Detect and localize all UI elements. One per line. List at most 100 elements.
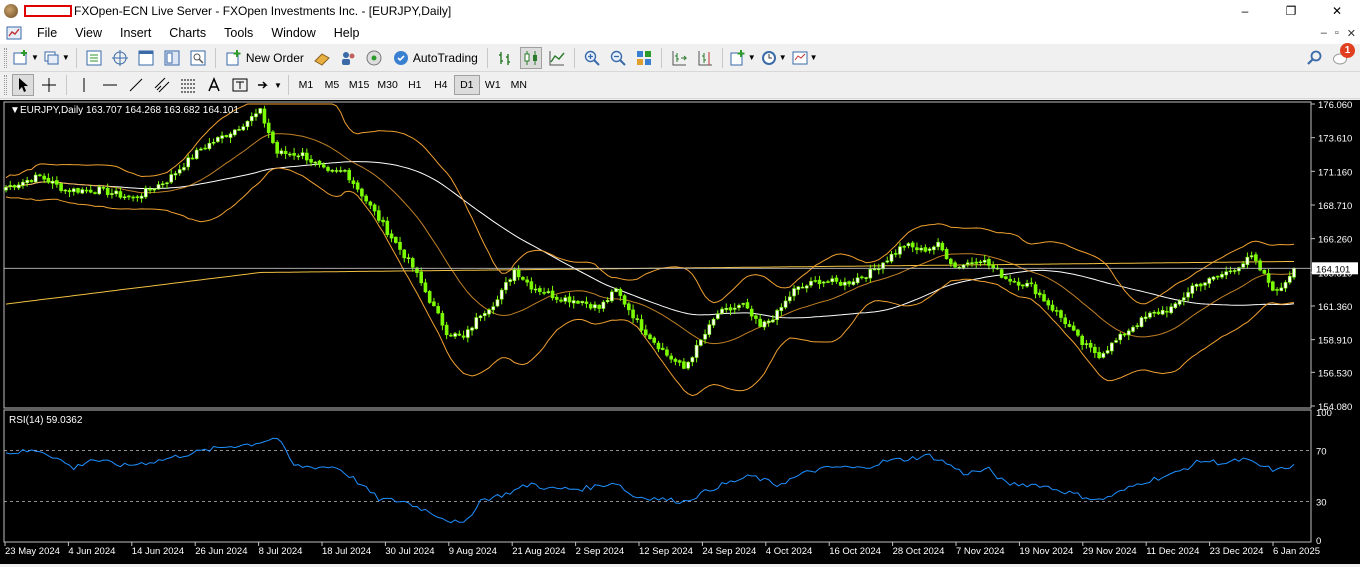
timeframe-h4[interactable]: H4 [428, 75, 454, 95]
candle-bull [1228, 270, 1233, 273]
timeframe-w1[interactable]: W1 [480, 75, 506, 95]
strategy-tester-button[interactable] [187, 47, 209, 69]
zoom-in-button[interactable] [581, 47, 603, 69]
candle-bear [834, 277, 839, 282]
candle-bear [224, 135, 229, 138]
arrows-button[interactable]: ▼ [255, 74, 282, 96]
signals-button[interactable] [337, 47, 359, 69]
line-chart-button[interactable] [546, 47, 568, 69]
price-tick-label: 168.710 [1318, 201, 1352, 212]
timeframe-m1[interactable]: M1 [293, 75, 319, 95]
mdi-minimize-button[interactable]: – [1321, 27, 1327, 39]
candle-bear [847, 281, 851, 285]
menu-file[interactable]: File [28, 22, 66, 44]
candle-bull [868, 268, 873, 279]
timeframe-mn[interactable]: MN [506, 75, 532, 95]
templates-button[interactable]: ▼ [791, 47, 818, 69]
auto-scroll-button[interactable] [668, 47, 690, 69]
menu-view[interactable]: View [66, 22, 111, 44]
candle-bull [1143, 316, 1148, 319]
vertical-line-button[interactable] [73, 74, 95, 96]
menu-window[interactable]: Window [262, 22, 324, 44]
candle-bear [190, 157, 195, 160]
chart-window[interactable]: 176.060173.610171.160168.710166.260163.8… [0, 100, 1360, 564]
navigator-button[interactable] [109, 47, 131, 69]
mdi-close-button[interactable]: ✕ [1347, 27, 1356, 40]
data-window-button[interactable] [135, 47, 157, 69]
candle-bull [724, 307, 729, 310]
maximize-button[interactable]: ❐ [1268, 0, 1314, 22]
search-icon [1307, 50, 1322, 65]
vps-button[interactable] [363, 47, 385, 69]
timeframe-m30[interactable]: M30 [373, 75, 401, 95]
new-chart-button[interactable]: ▼ [12, 47, 39, 69]
terminal-button[interactable] [161, 47, 183, 69]
chart-shift-button[interactable] [694, 47, 716, 69]
candle-bear [1271, 281, 1275, 291]
candle-bear [101, 187, 106, 189]
timeframe-d1[interactable]: D1 [453, 75, 480, 95]
search-button[interactable] [1304, 47, 1326, 69]
candle-bear [584, 301, 589, 304]
candle-bear [1046, 300, 1051, 306]
menu-insert[interactable]: Insert [111, 22, 160, 44]
crosshair-tool-button[interactable] [38, 74, 60, 96]
candle-bull [720, 308, 724, 314]
metaeditor-button[interactable] [311, 47, 333, 69]
text-label-button[interactable] [229, 74, 251, 96]
candle-bear [347, 169, 351, 181]
candle-bear [46, 177, 51, 183]
periods-button[interactable]: ▼ [760, 47, 787, 69]
menu-charts[interactable]: Charts [160, 22, 215, 44]
candle-bull [796, 286, 801, 290]
minimize-button[interactable]: – [1222, 0, 1268, 22]
mdi-restore-button[interactable]: ▫ [1335, 27, 1339, 39]
candle-bull [470, 327, 474, 331]
timeframe-m5[interactable]: M5 [319, 75, 345, 95]
menu-tools[interactable]: Tools [215, 22, 262, 44]
close-button[interactable]: ✕ [1314, 0, 1360, 22]
cursor-tool-button[interactable] [12, 74, 34, 96]
candle-bear [283, 150, 288, 155]
text-tool-button[interactable] [203, 74, 225, 96]
chart-menu-triangle-icon[interactable]: ▼ [10, 105, 20, 116]
zoom-out-button[interactable] [607, 47, 629, 69]
price-panel-frame [3, 101, 1312, 409]
candle-bull [715, 313, 720, 319]
notifications-button[interactable]: 1 [1330, 42, 1355, 69]
candle-bear [554, 296, 559, 300]
autotrading-button[interactable]: AutoTrading [389, 47, 481, 69]
candle-bear [419, 271, 424, 284]
candle-bull [906, 243, 911, 247]
rsi-tick-label: 100 [1316, 408, 1332, 419]
new-order-button[interactable]: New Order [222, 47, 307, 69]
menu-help[interactable]: Help [325, 22, 369, 44]
drawing-toolbar: ▼ M1 M5 M15 M30 H1 H4 D1 W1 MN [0, 72, 1360, 99]
tile-windows-button[interactable] [633, 47, 655, 69]
cursor-icon [19, 78, 28, 92]
candle-bull [694, 344, 699, 358]
toolbar-grip[interactable] [4, 47, 7, 68]
trendline-button[interactable] [125, 74, 147, 96]
indicators-button[interactable]: ▼ [729, 47, 756, 69]
timeframe-h1[interactable]: H1 [402, 75, 428, 95]
bar-chart-button[interactable] [494, 47, 516, 69]
toolbar-grip[interactable] [4, 75, 7, 95]
chart-canvas[interactable]: 176.060173.610171.160168.710166.260163.8… [0, 100, 1360, 564]
candle-bull [232, 129, 237, 136]
fibonacci-button[interactable] [177, 74, 199, 96]
equidistant-channel-button[interactable] [151, 74, 173, 96]
market-watch-button[interactable] [83, 47, 105, 69]
candlestick-chart-button[interactable] [519, 46, 542, 69]
profiles-button[interactable]: ▼ [43, 47, 70, 69]
auto-scroll-icon [672, 50, 688, 65]
horizontal-line-button[interactable] [99, 74, 121, 96]
candle-bear [529, 281, 534, 290]
timeframe-m15[interactable]: M15 [345, 75, 373, 95]
candle-bear [999, 269, 1004, 278]
candle-bull [97, 186, 102, 195]
candle-bear [652, 337, 657, 343]
candle-bull [919, 247, 923, 251]
candle-bull [228, 133, 233, 138]
candle-bull [16, 184, 21, 189]
